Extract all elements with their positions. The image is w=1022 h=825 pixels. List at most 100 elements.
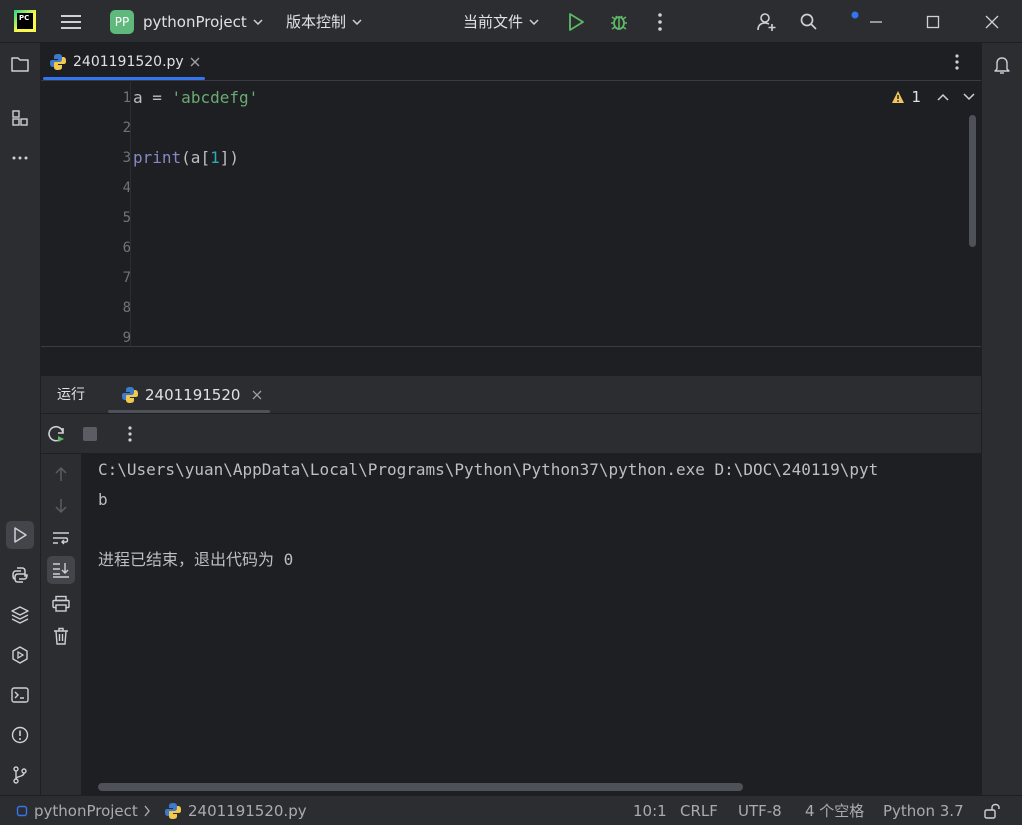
stop-icon [83, 427, 97, 441]
close-window-button[interactable] [963, 0, 1021, 43]
project-tool-button[interactable] [6, 50, 34, 78]
print-button[interactable] [47, 590, 75, 618]
breadcrumb-project-label: pythonProject [34, 802, 138, 820]
line-number: 7 [122, 270, 131, 286]
more-vertical-icon [128, 426, 132, 442]
line-number: 3 [122, 150, 131, 166]
services-button[interactable] [6, 641, 34, 669]
services-icon [12, 646, 28, 664]
debug-button[interactable] [608, 0, 630, 43]
search-icon [800, 13, 817, 30]
structure-tool-button[interactable] [6, 104, 34, 132]
folder-icon [11, 57, 29, 72]
more-actions-button[interactable] [656, 0, 664, 43]
close-icon[interactable] [190, 57, 200, 67]
close-icon[interactable] [252, 390, 262, 400]
main-menu-button[interactable] [60, 0, 82, 43]
run-more-button[interactable] [126, 425, 134, 447]
python-packages-button[interactable] [6, 601, 34, 629]
chevron-right-icon [144, 805, 150, 817]
run-button[interactable] [566, 0, 586, 43]
printer-icon [52, 595, 70, 612]
line-number: 1 [122, 90, 131, 106]
right-tool-strip [981, 43, 1022, 795]
line-separator[interactable]: CRLF [680, 796, 718, 825]
chevron-down-icon[interactable] [963, 93, 975, 101]
minimize-icon [870, 20, 882, 23]
run-console-output[interactable]: C:\Users\yuan\AppData\Local\Programs\Pyt… [82, 454, 981, 795]
editor-tab-bar: 2401191520.py [41, 43, 981, 81]
scroll-down-button[interactable] [47, 492, 75, 520]
scroll-up-button[interactable] [47, 460, 75, 488]
maximize-icon [926, 15, 940, 28]
search-button[interactable] [799, 0, 819, 43]
title-bar: PC PP pythonProject 版本控制 当前文件 [0, 0, 1022, 43]
warning-count: 1 [911, 88, 921, 106]
code-token-builtin: print [133, 148, 182, 167]
breadcrumb-separator [143, 796, 151, 825]
scroll-to-end-button[interactable] [47, 556, 75, 584]
maximize-button[interactable] [904, 0, 962, 43]
code-with-me-button[interactable] [756, 0, 778, 43]
active-tab-indicator [43, 77, 205, 80]
inspection-widget[interactable]: 1 [891, 88, 975, 106]
run-tool-button[interactable] [6, 521, 34, 549]
python-file-icon [165, 803, 181, 819]
run-window-title: 运行 [57, 387, 85, 403]
bug-icon [611, 15, 627, 30]
run-config-selector[interactable]: 当前文件 [463, 0, 539, 43]
more-tools-button[interactable] [6, 144, 34, 172]
problems-icon [11, 726, 29, 744]
python-console-button[interactable] [6, 561, 34, 589]
soft-wrap-button[interactable] [47, 524, 75, 552]
editor-vertical-scrollbar[interactable] [969, 115, 976, 247]
editor-tabs-menu-button[interactable] [953, 53, 961, 75]
console-horizontal-scrollbar[interactable] [98, 783, 743, 791]
rerun-icon [48, 425, 64, 442]
project-badge: PP [110, 9, 134, 34]
git-button[interactable] [6, 761, 34, 789]
file-encoding[interactable]: UTF-8 [738, 796, 782, 825]
console-line: b [98, 490, 108, 509]
problems-button[interactable] [6, 721, 34, 749]
console-line: 进程已结束，退出代码为 0 [98, 550, 294, 569]
clear-output-button[interactable] [47, 622, 75, 650]
terminal-button[interactable] [6, 681, 34, 709]
line-number: 5 [122, 210, 131, 226]
status-bar: pythonProject 2401191520.py 10:1 CRLF UT… [0, 795, 1022, 825]
read-only-toggle[interactable] [983, 796, 1001, 825]
more-horizontal-icon [12, 156, 28, 160]
chevron-down-icon [529, 18, 539, 25]
pycharm-logo-icon[interactable]: PC [14, 10, 36, 32]
logo-text: PC [17, 13, 33, 29]
project-selector[interactable]: PP pythonProject [110, 0, 263, 43]
breadcrumb-project[interactable]: pythonProject [16, 796, 138, 825]
arrow-up-icon [55, 466, 67, 481]
more-vertical-icon [658, 12, 662, 31]
chevron-up-icon[interactable] [937, 93, 949, 101]
caret-position[interactable]: 10:1 [633, 796, 667, 825]
editor-tab[interactable]: 2401191520.py [41, 43, 208, 81]
indent-setting[interactable]: 4 个空格 [805, 796, 864, 825]
bell-icon [994, 57, 1010, 74]
warning-icon [892, 91, 905, 103]
run-tab[interactable]: 2401191520 [121, 376, 262, 414]
layers-icon [11, 606, 29, 624]
editor-tab-label: 2401191520.py [73, 54, 184, 70]
run-tab-indicator [108, 410, 270, 413]
breadcrumb-file-label: 2401191520.py [188, 802, 307, 820]
editor-run-splitter[interactable] [41, 346, 981, 376]
rerun-button[interactable] [47, 424, 67, 448]
line-number: 8 [122, 300, 131, 316]
stop-button[interactable] [82, 426, 98, 446]
code-token-string: 'abcdefg' [171, 88, 259, 107]
vcs-menu[interactable]: 版本控制 [286, 0, 362, 43]
minimize-button[interactable] [847, 0, 905, 43]
notifications-button[interactable] [988, 51, 1016, 79]
code-editor[interactable]: 1 2 3 4 5 6 7 8 9 a = 'abcdefg' print(a[… [41, 82, 981, 346]
breadcrumb-file[interactable]: 2401191520.py [164, 796, 307, 825]
python-interpreter[interactable]: Python 3.7 [883, 796, 964, 825]
line-number: 6 [122, 240, 131, 256]
more-vertical-icon [955, 54, 959, 70]
code-line-3: print(a[1]) [133, 143, 239, 173]
